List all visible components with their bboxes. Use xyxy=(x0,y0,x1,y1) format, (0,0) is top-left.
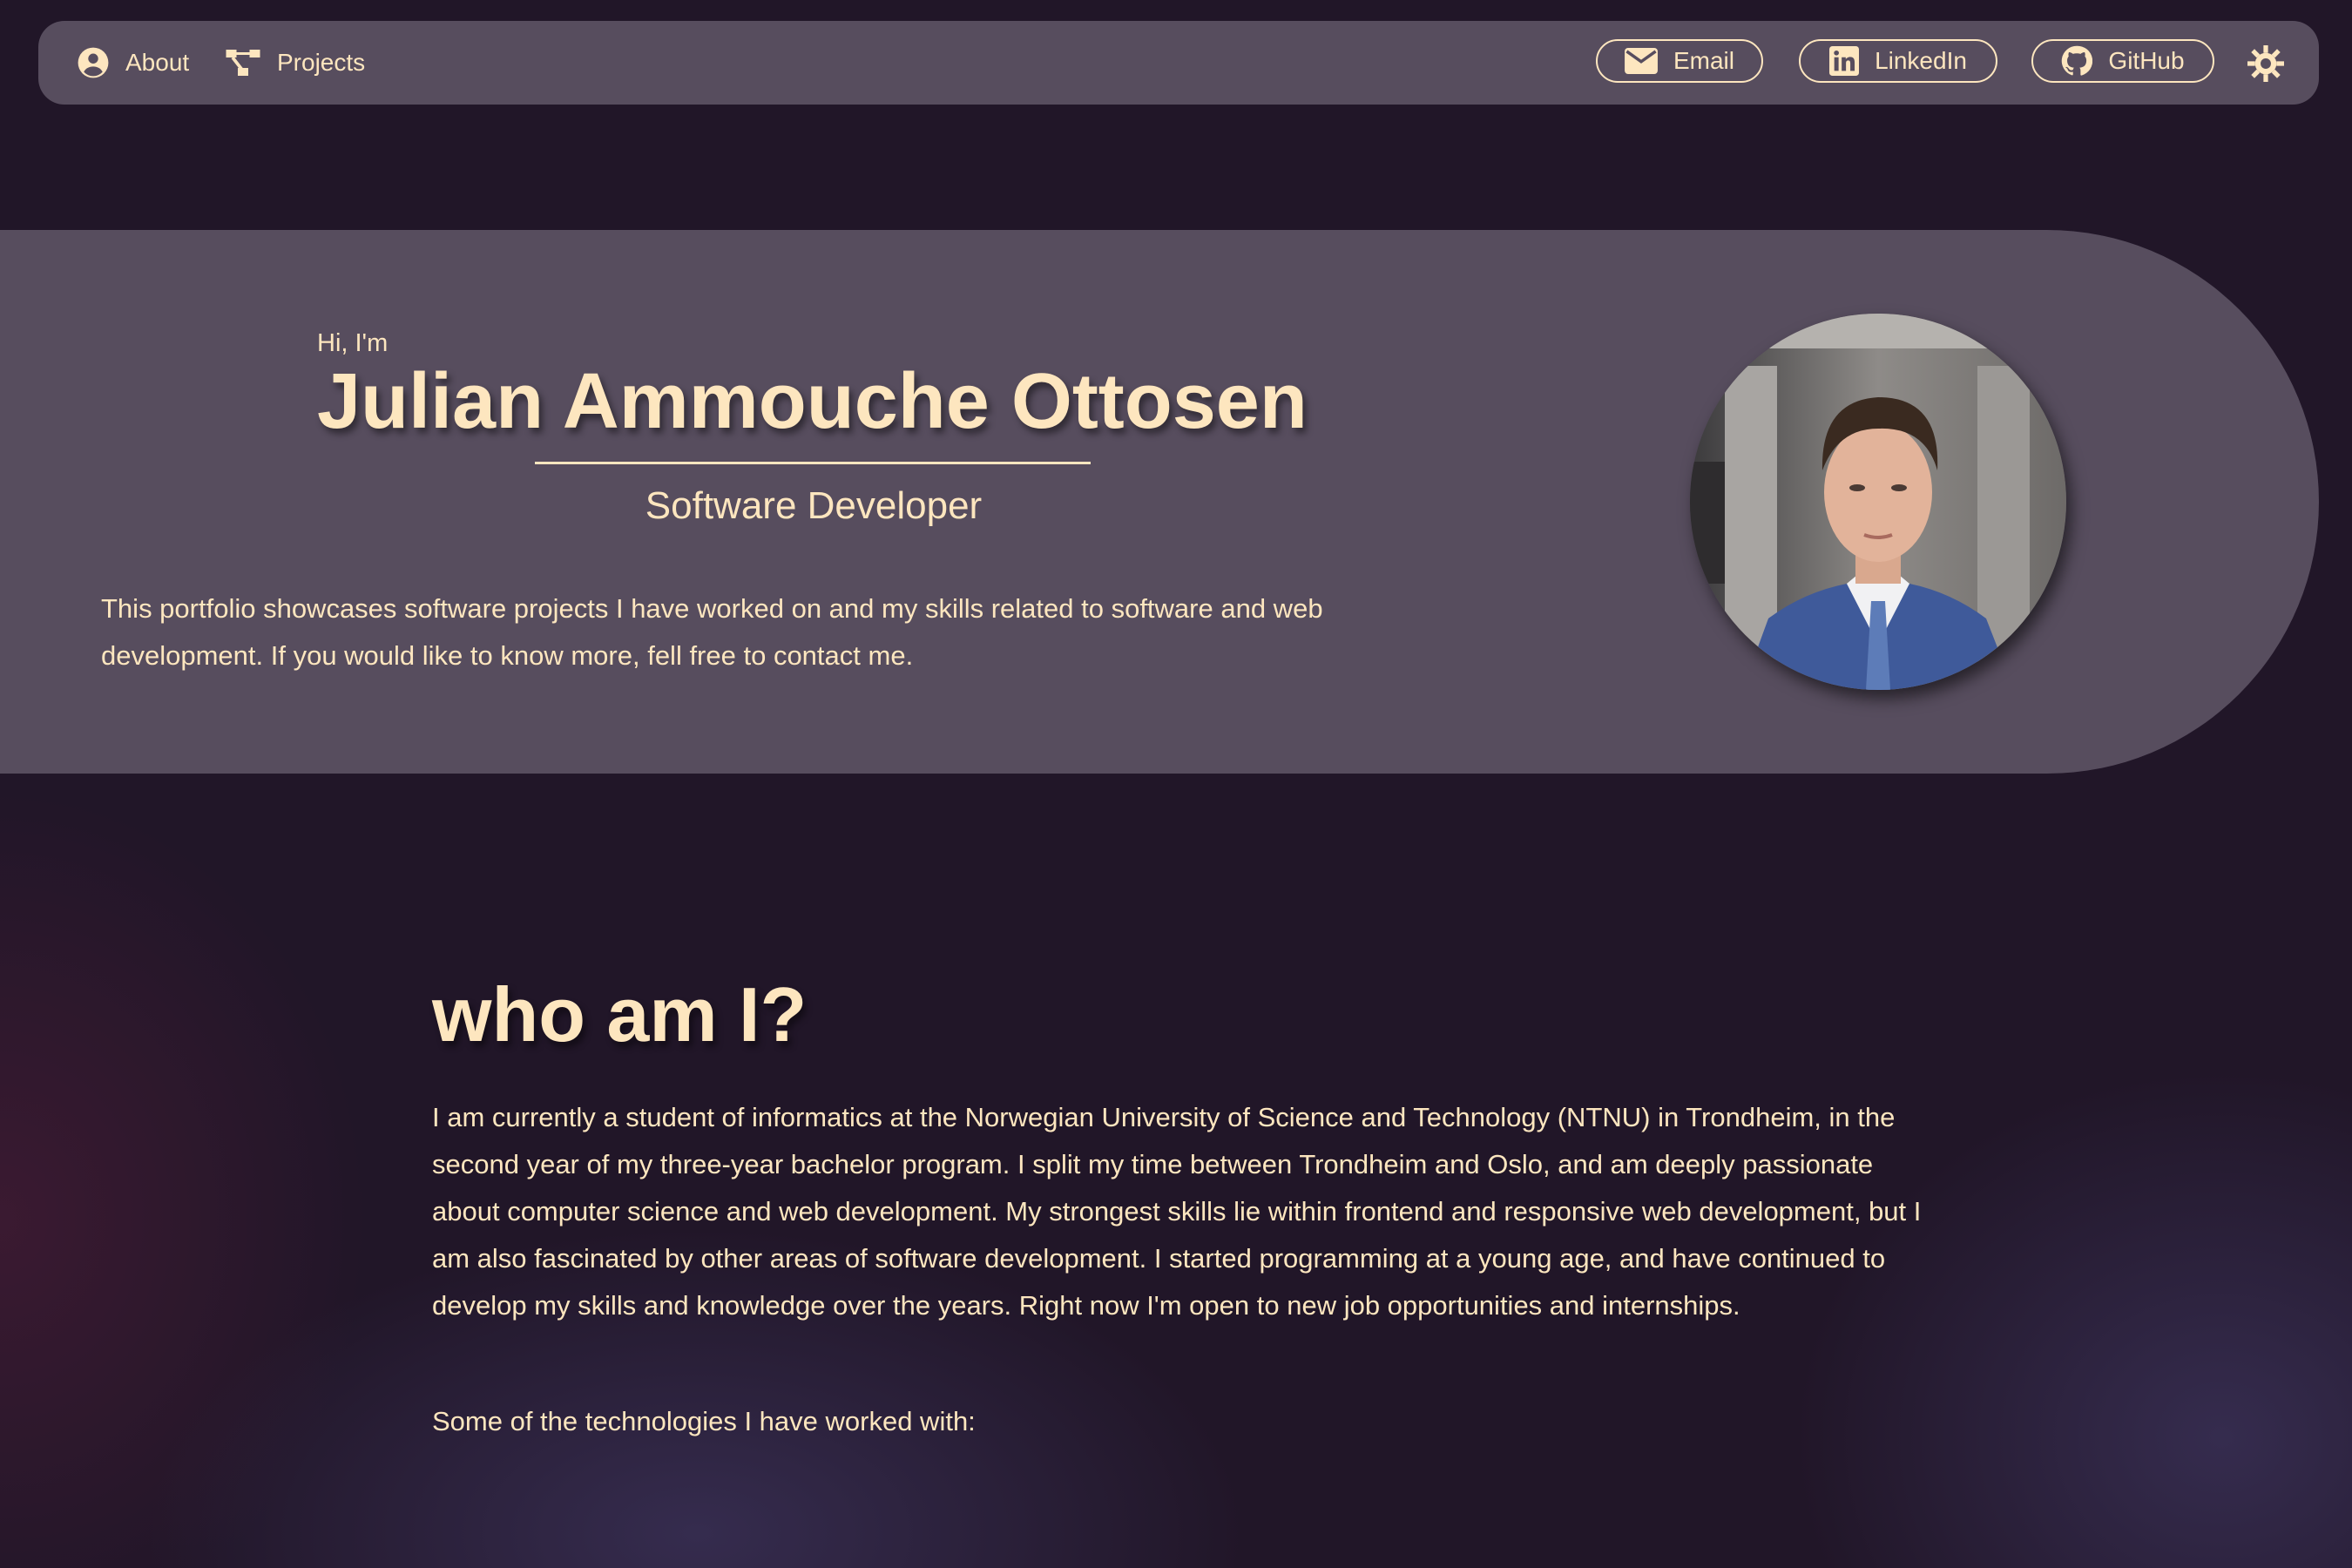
technologies-intro: Some of the technologies I have worked w… xyxy=(432,1406,976,1436)
sun-icon[interactable] xyxy=(2247,45,2284,82)
hero-intro-text: This portfolio showcases software projec… xyxy=(101,593,1323,671)
github-icon xyxy=(2062,45,2093,76)
email-button[interactable]: Email xyxy=(1596,39,1763,83)
top-navbar: About Projects Email LinkedIn GitHub xyxy=(38,21,2319,105)
about-heading: who am I? xyxy=(432,971,808,1058)
nav-about-link[interactable]: About xyxy=(77,21,189,105)
profile-photo xyxy=(1690,314,2066,690)
linkedin-label: LinkedIn xyxy=(1875,47,1967,74)
nav-projects-label: Projects xyxy=(277,49,366,76)
project-diagram-icon xyxy=(226,50,260,76)
user-circle-icon xyxy=(78,47,109,78)
github-label: GitHub xyxy=(2108,47,2185,74)
linkedin-icon xyxy=(1829,46,1860,76)
hero-greeting: Hi, I'm xyxy=(317,329,389,357)
about-body-text: I am currently a student of informatics … xyxy=(432,1102,1922,1321)
linkedin-button[interactable]: LinkedIn xyxy=(1799,39,1997,83)
hero-section: Hi, I'm Julian Ammouche Ottosen Software… xyxy=(0,230,2319,774)
envelope-icon xyxy=(1625,48,1658,74)
hero-role: Software Developer xyxy=(645,484,983,527)
nav-about-label: About xyxy=(125,49,190,76)
nav-projects-link[interactable]: Projects xyxy=(225,21,365,105)
github-button[interactable]: GitHub xyxy=(2031,39,2214,83)
email-label: Email xyxy=(1673,47,1734,74)
hero-name: Julian Ammouche Ottosen xyxy=(317,358,1308,445)
hero-divider xyxy=(535,462,1091,464)
